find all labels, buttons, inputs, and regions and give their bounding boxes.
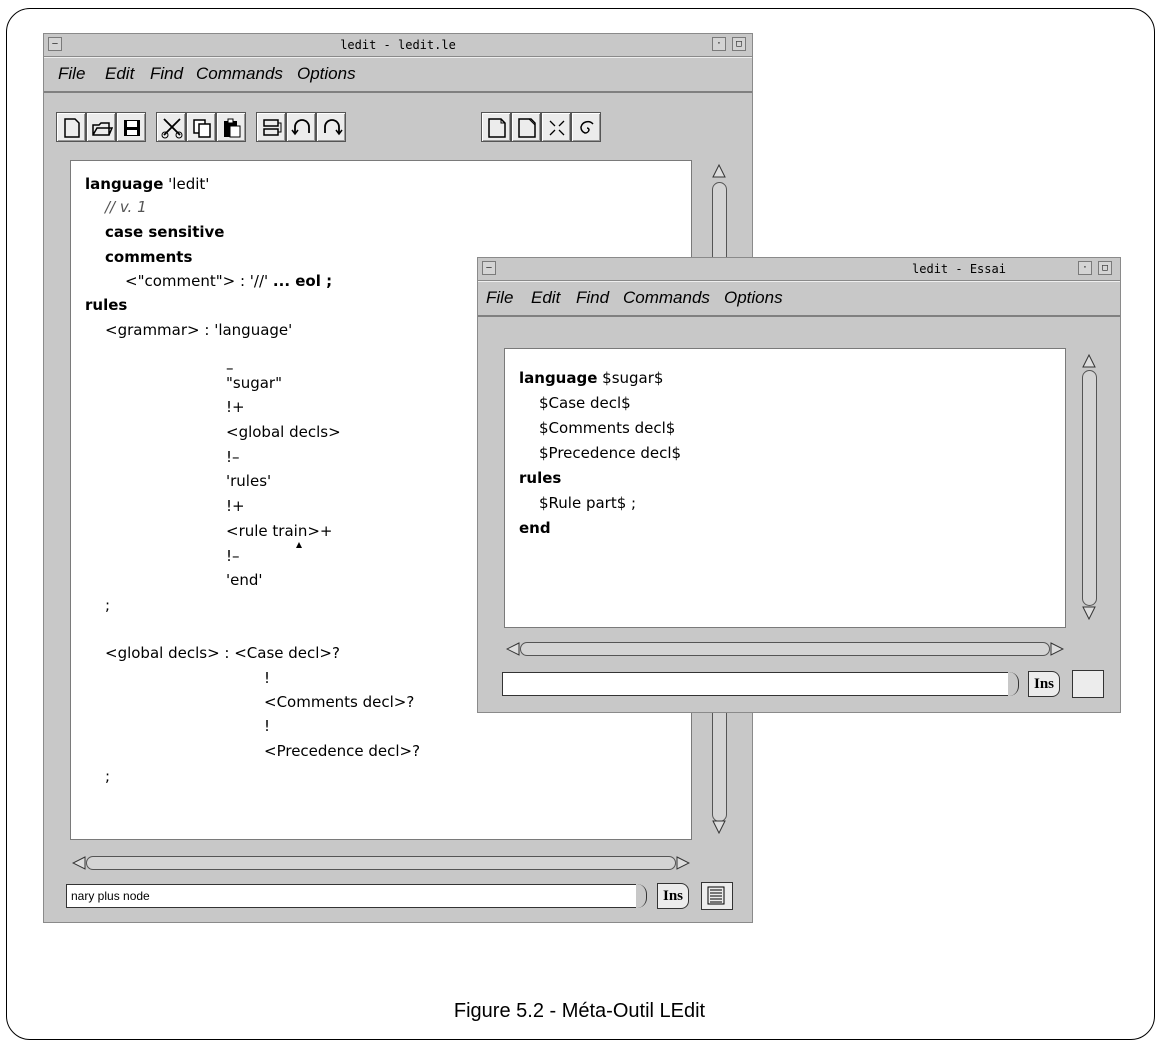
code-line: <"comment"> : '//' ... eol ; [125,272,333,290]
code-line: rules [85,296,128,314]
window-menu-button[interactable]: – [482,261,496,275]
code-line: $Case decl$ [539,394,631,412]
new-file-icon[interactable] [56,112,86,142]
vertical-scrollbar[interactable] [1074,348,1104,628]
paste-icon[interactable] [216,112,246,142]
status-bar-end [636,884,647,908]
minimize-button[interactable]: · [712,37,726,51]
code-line: rules [519,469,562,487]
menu-options[interactable]: Options [724,288,783,308]
scroll-left-arrow-icon[interactable] [506,642,520,656]
open-file-icon[interactable] [86,112,116,142]
menu-commands[interactable]: Commands [623,288,710,308]
status-bar: nary plus node [66,884,636,908]
menu-find[interactable]: Find [576,288,609,308]
code-line: !+ [226,497,245,515]
menu-commands[interactable]: Commands [196,64,283,84]
ledit-window-essai: – ledit - Essai · □ File Edit Find Comma… [477,257,1121,713]
window-menu-button[interactable]: – [48,37,62,51]
code-line: !+ [226,398,245,416]
maximize-button[interactable]: □ [1098,261,1112,275]
cursor-marker-icon [296,542,302,548]
code-line: <global decls> [226,423,341,441]
undo-icon[interactable] [286,112,316,142]
code-line: language $sugar$ [519,369,664,387]
code-line: "sugar" [226,374,283,392]
horizontal-scrollbar[interactable] [70,852,692,874]
title-bar[interactable]: – ledit - Essai · □ [478,258,1120,281]
code-line: !– [226,448,240,466]
code-line: $Rule part$ ; [539,494,637,512]
code-line: <Precedence decl>? [264,742,421,760]
view-toggle-button[interactable] [1072,670,1104,698]
insert-mode-button[interactable]: Ins [1028,671,1060,697]
code-line: // v. 1 [105,198,147,216]
scroll-right-arrow-icon[interactable] [676,856,690,870]
window-title: ledit - Essai [912,262,1006,276]
code-line: ! [264,717,271,735]
code-line: <global decls> : <Case decl>? [105,644,340,662]
scroll-up-arrow-icon[interactable] [1082,354,1096,368]
scroll-down-arrow-icon[interactable] [1082,606,1096,620]
menu-file[interactable]: File [58,64,85,84]
spiral-icon[interactable] [571,112,601,142]
status-bar-end [1008,672,1019,696]
code-line: language 'ledit' [85,175,210,193]
minimize-button[interactable]: · [1078,261,1092,275]
save-icon[interactable] [116,112,146,142]
window-title: ledit - ledit.le [340,38,456,52]
lines-icon [707,886,725,905]
horizontal-scrollbar[interactable] [504,638,1066,660]
scroll-left-arrow-icon[interactable] [72,856,86,870]
lines-view-button[interactable] [701,882,733,910]
code-line: case sensitive [105,223,225,241]
code-line: <rule train>+ [226,522,333,540]
page-icon[interactable] [481,112,511,142]
figure-caption: Figure 5.2 - Méta-Outil LEdit [453,1000,706,1022]
code-line: 'end' [226,571,263,589]
menu-bar: File Edit Find Commands Options [44,57,752,93]
menu-edit[interactable]: Edit [531,288,560,308]
menu-file[interactable]: File [486,288,513,308]
code-line: !– [226,547,240,565]
code-line: $Precedence decl$ [539,444,682,462]
copy-icon[interactable] [186,112,216,142]
code-line: <Comments decl>? [264,693,415,711]
horizontal-scroll-thumb[interactable] [86,856,676,870]
insert-mode-button[interactable]: Ins [657,883,689,909]
scroll-right-arrow-icon[interactable] [1050,642,1064,656]
code-line: ; [105,596,111,614]
redo-icon[interactable] [316,112,346,142]
page-corner-icon[interactable] [511,112,541,142]
code-line: ! [264,669,271,687]
horizontal-scroll-thumb[interactable] [520,642,1050,656]
status-bar [502,672,1008,696]
code-line: <grammar> : 'language' [105,321,293,339]
menu-bar: File Edit Find Commands Options [478,281,1120,317]
menu-options[interactable]: Options [297,64,356,84]
code-editor[interactable]: language $sugar$ $Case decl$ $Comments d… [504,348,1066,628]
menu-edit[interactable]: Edit [105,64,134,84]
cut-icon[interactable] [156,112,186,142]
code-line: comments [105,248,193,266]
title-bar[interactable]: – ledit - ledit.le · □ [44,34,752,57]
vertical-scroll-thumb[interactable] [1082,370,1097,606]
code-line: ; [105,767,111,785]
format-icon[interactable] [256,112,286,142]
scroll-up-arrow-icon[interactable] [712,164,726,178]
menu-find[interactable]: Find [150,64,183,84]
collapse-icon[interactable] [541,112,571,142]
toolbar [44,108,752,150]
code-line: 'rules' [226,472,272,490]
code-line: $Comments decl$ [539,419,676,437]
scroll-down-arrow-icon[interactable] [712,820,726,834]
maximize-button[interactable]: □ [732,37,746,51]
code-line: end [519,519,551,537]
